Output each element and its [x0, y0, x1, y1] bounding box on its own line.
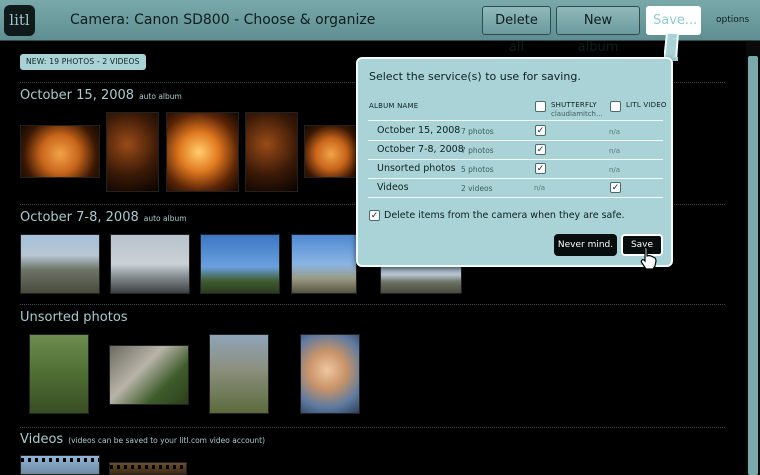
options-link[interactable]: options	[716, 15, 749, 25]
scrollbar-thumb[interactable]	[748, 56, 758, 475]
section-title-videos: Videos (videos can be saved to your litl.…	[20, 432, 265, 447]
top-bar: litl Camera: Canon SD800 - Choose & orga…	[0, 0, 760, 55]
section-title-text: Videos	[20, 432, 64, 447]
shutterfly-select-all-checkbox[interactable]	[535, 101, 546, 112]
save-services-popover: Select the service(s) to use for saving.…	[356, 57, 673, 267]
page-title: Camera: Canon SD800 - Choose & organize	[70, 12, 376, 28]
section-title-october-7-8: October 7-8, 2008 auto album	[20, 210, 187, 225]
photo-thumbnail[interactable]	[245, 112, 298, 192]
shutterfly-na: n/a	[534, 184, 546, 192]
photo-thumbnail[interactable]	[304, 125, 358, 178]
section-title-unsorted: Unsorted photos	[20, 310, 128, 325]
section-subtitle: auto album	[143, 214, 187, 223]
column-header-shutterfly: SHUTTERFLY	[551, 101, 597, 109]
row-divider	[368, 120, 663, 121]
delete-from-camera-label: Delete items from the camera when they a…	[384, 210, 625, 221]
section-divider	[20, 427, 725, 428]
litl-video-na: n/a	[609, 128, 621, 136]
section-title-text: Unsorted photos	[20, 310, 128, 325]
row-divider	[368, 159, 663, 160]
litl-video-select-all-checkbox[interactable]	[610, 101, 621, 112]
photo-thumbnail[interactable]	[29, 334, 89, 414]
album-row-count: 5 photos	[461, 165, 494, 174]
film-strip-icon	[110, 465, 186, 469]
photo-thumbnail[interactable]	[200, 234, 280, 294]
shutterfly-checkbox[interactable]: ✓	[535, 144, 546, 155]
photo-thumbnail[interactable]	[20, 234, 100, 294]
delete-from-camera-checkbox[interactable]: ✓	[369, 210, 380, 221]
section-title-text: October 15, 2008	[20, 88, 135, 103]
photo-thumbnail[interactable]	[109, 345, 189, 405]
photo-thumbnail[interactable]	[209, 334, 269, 414]
section-title-october-15: October 15, 2008 auto album	[20, 88, 182, 103]
section-subtitle: auto album	[139, 92, 182, 101]
popover-title: Select the service(s) to use for saving.	[369, 70, 581, 83]
album-row-name: October 15, 2008	[377, 125, 461, 136]
album-row-count: 2 videos	[461, 184, 493, 193]
litl-video-na: n/a	[609, 147, 621, 155]
delete-all-button[interactable]: Delete all	[482, 6, 551, 55]
litl-video-na: n/a	[609, 166, 621, 174]
never-mind-button[interactable]: Never mind.	[554, 234, 617, 256]
album-row-name: Videos	[377, 182, 409, 193]
photo-thumbnail[interactable]	[166, 112, 239, 192]
shutterfly-account: claudiamitch...	[551, 110, 603, 118]
section-subtitle: (videos can be saved to your litl.com vi…	[68, 436, 266, 445]
row-divider	[368, 178, 663, 179]
litl-logo: litl	[4, 5, 35, 36]
photo-thumbnail[interactable]	[106, 112, 159, 192]
album-row-count: 7 photos	[461, 127, 494, 136]
album-row-count: 7 photos	[461, 146, 494, 155]
row-divider	[368, 140, 663, 141]
row-divider	[368, 197, 663, 198]
new-album-button[interactable]: New album	[556, 6, 640, 55]
photo-thumbnail[interactable]	[291, 234, 357, 294]
album-row-name: October 7-8, 2008	[377, 144, 464, 155]
photo-thumbnail[interactable]	[380, 264, 462, 294]
section-divider	[20, 304, 725, 305]
photo-thumbnail[interactable]	[300, 334, 360, 414]
film-strip-icon	[21, 458, 99, 462]
photo-thumbnail[interactable]	[20, 125, 100, 178]
new-items-badge: NEW: 19 PHOTOS - 2 VIDEOS	[20, 54, 146, 70]
shutterfly-checkbox[interactable]: ✓	[535, 163, 546, 174]
video-thumbnail[interactable]	[109, 462, 187, 475]
save-button[interactable]: Save...	[646, 6, 701, 35]
shutterfly-checkbox[interactable]: ✓	[535, 125, 546, 136]
photo-thumbnail[interactable]	[110, 234, 190, 294]
column-header-litl-video: LITL VIDEO	[626, 101, 667, 109]
album-row-name: Unsorted photos	[377, 163, 456, 174]
video-thumbnail[interactable]	[20, 455, 100, 475]
section-title-text: October 7-8, 2008	[20, 210, 139, 225]
litl-video-checkbox[interactable]: ✓	[610, 182, 621, 193]
column-header-album: ALBUM NAME	[369, 102, 419, 110]
cursor-hand-icon	[640, 246, 657, 270]
